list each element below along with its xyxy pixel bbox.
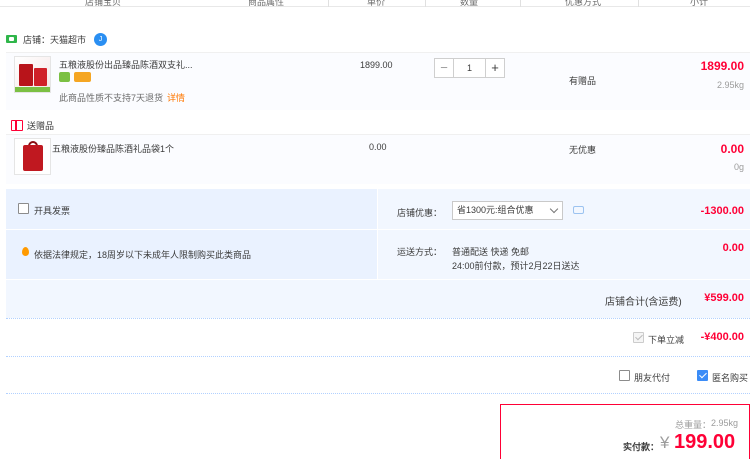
table-header: 店铺宝贝 商品属性 单价 数量 优惠方式 小计 [0, 0, 750, 7]
item-weight: 2.95kg [716, 80, 744, 90]
total-weight-label: 总重量： [675, 420, 712, 430]
invoice-label[interactable]: 开具发票 [34, 204, 70, 217]
item-promo-text: 有赠品 [569, 76, 597, 86]
service-tag-icon [59, 72, 70, 82]
qty-decrease-button[interactable]: − [434, 58, 454, 78]
gift-unit-price: 0.00 [369, 142, 387, 152]
item-return-warning: 此商品性质不支持7天退货 详情 [59, 93, 186, 103]
location-warning-icon [22, 247, 29, 256]
store-discount-select[interactable]: 省1300元:组合优惠 [452, 201, 563, 220]
chevron-down-icon [549, 204, 559, 214]
order-options-left [6, 189, 377, 279]
item-subtotal: 1899.00 [700, 59, 744, 73]
qty-input[interactable]: 1 [454, 58, 485, 78]
header-col-qty: 数量 [460, 0, 479, 7]
store-discount-label: 店铺优惠： [397, 208, 443, 218]
delivery-fee: 0.00 [722, 242, 744, 254]
gift-promo-text: 无优惠 [569, 145, 597, 155]
anonymous-checkbox[interactable] [697, 370, 708, 381]
delivery-method: 普通配送 快递 免邮 [452, 247, 530, 257]
gift-title-link[interactable]: 五粮液股份臻品陈酒礼品袋1个 [52, 142, 174, 155]
pay-label: 实付款： [623, 442, 660, 452]
friend-pay-label[interactable]: 朋友代付 [634, 371, 670, 384]
header-col-attr: 商品属性 [248, 0, 285, 7]
shop-name[interactable]: 店铺：天猫超市 [23, 33, 86, 46]
store-discount-amount: -1300.00 [700, 205, 744, 217]
item-thumbnail[interactable] [14, 56, 51, 93]
header-col-info: 店铺宝贝 [85, 0, 122, 7]
gift-line: 送赠品 [11, 119, 54, 132]
gift-weight: 0g [733, 162, 744, 172]
invoice-checkbox[interactable] [18, 203, 29, 214]
gift-label: 送赠品 [27, 121, 55, 131]
gift-subtotal: 0.00 [720, 142, 744, 156]
message-icon[interactable] [573, 206, 584, 214]
shop-line: 店铺：天猫超市 J [6, 32, 108, 46]
header-col-promo: 优惠方式 [565, 0, 602, 7]
coupon-tag-icon [74, 72, 91, 82]
gift-icon [11, 120, 23, 131]
friend-pay-checkbox[interactable] [619, 370, 630, 381]
store-total-amount: ¥599.00 [704, 292, 744, 304]
store-total-label: 店铺合计(含运费) [605, 297, 682, 308]
header-col-subtotal: 小计 [690, 0, 709, 7]
quantity-stepper: − 1 + [434, 58, 505, 78]
detail-link[interactable]: 详情 [167, 93, 185, 103]
gift-thumbnail[interactable] [14, 138, 51, 175]
total-weight: 2.95kg [711, 418, 739, 428]
header-col-price: 单价 [367, 0, 386, 7]
item-unit-price: 1899.00 [360, 60, 393, 70]
legal-notice: 依据法律规定，18周岁以下未成年人限制购买此类商品 [34, 250, 252, 260]
tmall-shop-icon [6, 35, 17, 43]
delivery-label: 运送方式： [397, 247, 443, 257]
pay-amount: 199.00 [674, 431, 736, 453]
anonymous-label[interactable]: 匿名购买 [712, 371, 748, 384]
wangwang-chat-icon[interactable]: J [94, 32, 108, 46]
instant-discount-amount: -¥400.00 [700, 331, 744, 343]
delivery-eta: 24:00前付款，预计2月22日送达 [452, 261, 580, 271]
instant-discount-label: 下单立减 [648, 335, 685, 345]
currency-symbol: ¥ [660, 433, 670, 452]
instant-discount-checkbox [633, 332, 644, 343]
item-title-link[interactable]: 五粮液股份出品臻品陈酒双支礼... [59, 58, 193, 71]
qty-increase-button[interactable]: + [485, 58, 505, 78]
